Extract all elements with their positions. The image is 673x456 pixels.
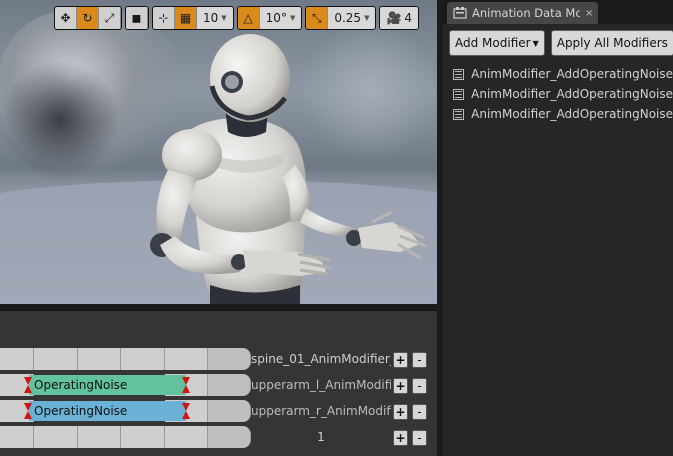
camera-speed-icon: 🎥 xyxy=(386,11,402,25)
modifiers-content: Add Modifier ▼ Apply All Modifiers AnimM… xyxy=(443,24,673,456)
mannequin-character[interactable] xyxy=(0,0,437,304)
grid-snap-icon[interactable]: ▦ xyxy=(175,7,197,29)
add-track-button[interactable]: + xyxy=(393,404,408,420)
list-item[interactable]: AnimModifier_AddOperatingNoise xyxy=(453,64,673,84)
panel-toolbar: Add Modifier ▼ Apply All Modifiers xyxy=(443,24,673,56)
camera-speed-value[interactable]: 🎥 4 xyxy=(380,7,419,29)
timeline-cell[interactable] xyxy=(34,348,78,370)
add-track-button[interactable]: + xyxy=(393,352,408,368)
add-track-button[interactable]: + xyxy=(393,378,408,394)
modifier-label: AnimModifier_AddOperatingNoise xyxy=(471,87,673,101)
scale-snap-value[interactable]: 0.25 ▼ xyxy=(328,7,376,29)
remove-track-button[interactable]: - xyxy=(412,352,427,368)
track-label: upperarm_r_AnimModifier_ xyxy=(251,404,391,418)
world-space-icon[interactable]: ◼ xyxy=(126,7,148,29)
notifies-timeline: spine_01_AnimModifier_Ad + - OperatingNo… xyxy=(0,310,437,456)
coordinate-space-group: ◼ xyxy=(125,6,149,30)
timeline-cell[interactable] xyxy=(0,426,34,448)
timeline-cell[interactable] xyxy=(208,348,251,370)
notify-track-row: 1 + - xyxy=(0,426,437,448)
timeline-cell[interactable] xyxy=(165,426,208,448)
notify-end-marker[interactable] xyxy=(182,374,190,396)
timeline-cell[interactable] xyxy=(78,348,121,370)
apply-all-modifiers-button[interactable]: Apply All Modifiers xyxy=(550,30,673,56)
timeline-cell[interactable] xyxy=(208,426,251,448)
grid-snap-value[interactable]: 10 ▼ xyxy=(197,7,233,29)
modifier-icon xyxy=(453,108,465,120)
notify-state-bar[interactable]: OperatingNoise xyxy=(29,401,186,421)
list-item[interactable]: AnimModifier_AddOperatingNoise xyxy=(453,104,673,124)
chevron-down-icon: ▼ xyxy=(532,38,539,48)
rotation-snap-group: △ 10° ▼ xyxy=(236,6,303,30)
modifier-icon xyxy=(453,88,465,100)
remove-track-button[interactable]: - xyxy=(412,404,427,420)
tab-title: Animation Data Mc xyxy=(472,6,580,20)
timeline-cell[interactable] xyxy=(165,348,208,370)
camera-speed-group: 🎥 4 xyxy=(379,6,420,30)
timeline-cell[interactable] xyxy=(208,400,251,422)
notify-track-row: OperatingNoise upperarm_l_AnimModifier_ … xyxy=(0,374,437,396)
3d-viewport[interactable]: ✥ ↻ ⤢ ◼ ⊹ ▦ 10 ▼ △ 10° ▼ ⤡ 0.25 ▼ 🎥 4 xyxy=(0,0,437,304)
tab-bar: Animation Data Mc × xyxy=(443,0,673,24)
modifier-icon xyxy=(453,68,465,80)
timeline-cell[interactable] xyxy=(121,426,165,448)
animation-editor: ✥ ↻ ⤢ ◼ ⊹ ▦ 10 ▼ △ 10° ▼ ⤡ 0.25 ▼ 🎥 4 sp… xyxy=(0,0,673,456)
modifier-label: AnimModifier_AddOperatingNoise xyxy=(471,67,673,81)
timeline-cell[interactable] xyxy=(121,348,165,370)
notify-start-marker[interactable] xyxy=(24,374,32,396)
timeline-cell[interactable] xyxy=(208,374,251,396)
scale-snap-group: ⤡ 0.25 ▼ xyxy=(305,6,377,30)
timeline-cell[interactable] xyxy=(34,426,78,448)
timeline-cell[interactable] xyxy=(78,426,121,448)
close-icon[interactable]: × xyxy=(585,8,593,19)
animation-data-modifiers-panel: Animation Data Mc × Add Modifier ▼ Apply… xyxy=(443,0,673,456)
remove-track-button[interactable]: - xyxy=(412,378,427,394)
notify-track-row: OperatingNoise upperarm_r_AnimModifier_ … xyxy=(0,400,437,422)
track-label: upperarm_l_AnimModifier_ xyxy=(251,378,391,392)
list-item[interactable]: AnimModifier_AddOperatingNoise xyxy=(453,84,673,104)
remove-track-button[interactable]: - xyxy=(412,430,427,446)
viewport-toolbar: ✥ ↻ ⤢ ◼ ⊹ ▦ 10 ▼ △ 10° ▼ ⤡ 0.25 ▼ 🎥 4 xyxy=(54,6,420,32)
tab-animation-data-modifiers[interactable]: Animation Data Mc × xyxy=(447,2,598,24)
rotate-mode-icon[interactable]: ↻ xyxy=(77,7,99,29)
notify-state-bar[interactable]: OperatingNoise xyxy=(29,375,186,395)
surface-snap-icon[interactable]: ⊹ xyxy=(153,7,175,29)
animation-data-icon xyxy=(453,7,467,19)
track-label: 1 xyxy=(317,430,325,444)
grid-snap-group: ⊹ ▦ 10 ▼ xyxy=(152,6,234,30)
modifier-label: AnimModifier_AddOperatingNoise xyxy=(471,107,673,121)
timeline-cell[interactable] xyxy=(0,348,34,370)
scale-snap-icon[interactable]: ⤡ xyxy=(306,7,329,29)
scale-mode-icon[interactable]: ⤢ xyxy=(99,7,121,29)
rotation-snap-icon[interactable]: △ xyxy=(237,7,260,29)
notify-start-marker[interactable] xyxy=(24,400,32,422)
notify-track-row: spine_01_AnimModifier_Ad + - xyxy=(0,348,437,370)
add-modifier-button[interactable]: Add Modifier ▼ xyxy=(449,30,545,56)
notify-end-marker[interactable] xyxy=(182,400,190,422)
transform-mode-group: ✥ ↻ ⤢ xyxy=(54,6,122,30)
add-track-button[interactable]: + xyxy=(393,430,408,446)
rotation-snap-value[interactable]: 10° ▼ xyxy=(259,7,302,29)
translate-mode-icon[interactable]: ✥ xyxy=(55,7,77,29)
track-label: spine_01_AnimModifier_Ad xyxy=(251,352,391,366)
modifier-list: AnimModifier_AddOperatingNoise AnimModif… xyxy=(443,64,673,124)
